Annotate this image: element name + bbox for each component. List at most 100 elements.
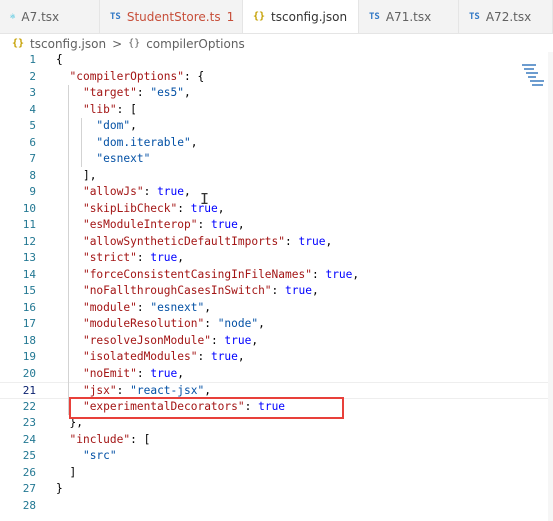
code-line[interactable]: 16 "module": "esnext", (0, 300, 553, 317)
tab-label: StudentStore.ts (126, 9, 221, 24)
mouse-cursor-icon: I (200, 190, 210, 208)
code-text: "src" (56, 448, 117, 465)
code-token: : (116, 384, 131, 397)
code-token: "resolveJsonModule" (82, 333, 211, 347)
code-token: "moduleResolution" (82, 317, 205, 330)
code-token: , (177, 251, 185, 264)
code-token: { (56, 53, 63, 66)
code-token: "allowSyntheticDefaultImports" (82, 234, 286, 248)
breadcrumb[interactable]: {} tsconfig.json > {} compilerOptions (0, 34, 553, 53)
code-text: "module": "esnext", (56, 300, 211, 317)
code-token: : (197, 218, 211, 231)
react-file-icon: ⚛ (10, 11, 16, 22)
code-line[interactable]: 5 "dom", (0, 118, 553, 135)
line-number: 11 (22, 218, 36, 231)
tab-a72-tsx[interactable]: TS A72.tsx (459, 0, 553, 33)
code-token: : { (184, 69, 205, 83)
code-text: "compilerOptions": { (56, 69, 204, 86)
indent-guide (68, 85, 69, 415)
code-line[interactable]: 26 ] (0, 465, 553, 482)
code-token: "src" (82, 449, 117, 462)
code-line[interactable]: 4 "lib": [ (0, 102, 553, 119)
code-token: } (56, 482, 63, 495)
code-line[interactable]: 28 (0, 498, 553, 515)
code-token: , (258, 317, 265, 330)
breadcrumb-file[interactable]: tsconfig.json (30, 37, 106, 51)
code-text: "resolveJsonModule": true, (56, 333, 258, 350)
code-line[interactable]: 1{ (0, 52, 553, 69)
code-line[interactable]: 24 "include": [ (0, 432, 553, 449)
breadcrumb-symbol[interactable]: compilerOptions (146, 37, 245, 51)
code-editor[interactable]: 1{2 "compilerOptions": {3 "target": "es5… (0, 52, 553, 514)
indent-guide (81, 118, 82, 167)
line-number: 3 (29, 86, 36, 99)
code-line[interactable]: 2 "compilerOptions": { (0, 69, 553, 86)
code-line[interactable]: 9 "allowJs": true, (0, 184, 553, 201)
code-line[interactable]: 8 ], (0, 168, 553, 185)
editor-tab-bar: ⚛ A7.tsx TS StudentStore.ts 1 {} tsconfig.json… (0, 0, 553, 34)
code-line[interactable]: 11 "esModuleInterop": true, (0, 217, 553, 234)
code-text: "forceConsistentCasingInFileNames": true… (56, 267, 359, 284)
code-token: : (285, 234, 299, 248)
code-line[interactable]: 3 "target": "es5", (0, 85, 553, 102)
code-token: "module" (82, 300, 137, 314)
line-number: 7 (29, 152, 36, 165)
line-number: 8 (29, 168, 36, 182)
code-line[interactable]: 17 "moduleResolution": "node", (0, 316, 553, 333)
code-token: , (217, 201, 225, 215)
line-number: 17 (22, 317, 36, 330)
code-token: ] (69, 465, 77, 479)
code-line[interactable]: 18 "resolveJsonModule": true, (0, 333, 553, 350)
code-line[interactable]: 12 "allowSyntheticDefaultImports": true, (0, 234, 553, 251)
code-line[interactable]: 15 "noFallthroughCasesInSwitch": true, (0, 283, 553, 300)
code-line[interactable]: 7 "esnext" (0, 151, 553, 168)
tab-label: A72.tsx (485, 9, 532, 24)
line-number: 25 (22, 449, 36, 462)
code-token: : (204, 317, 218, 330)
code-line[interactable]: 25 "src" (0, 448, 553, 465)
code-line[interactable]: 27} (0, 481, 553, 498)
line-number: 10 (22, 201, 36, 215)
line-number: 16 (22, 300, 36, 314)
code-text: "allowSyntheticDefaultImports": true, (56, 234, 332, 251)
line-number: 2 (29, 69, 36, 83)
code-token: "es5" (150, 86, 185, 99)
tab-a7-tsx[interactable]: ⚛ A7.tsx (0, 0, 100, 33)
code-token: , (237, 218, 245, 231)
tab-a71-tsx[interactable]: TS A71.tsx (359, 0, 459, 33)
tab-studentstore-ts[interactable]: TS StudentStore.ts 1 (100, 0, 243, 33)
tab-label: A71.tsx (385, 9, 432, 24)
code-line[interactable]: 6 "dom.iterable", (0, 135, 553, 152)
typescript-file-icon: TS (369, 11, 380, 22)
line-number: 13 (22, 251, 36, 264)
code-line[interactable]: 14 "forceConsistentCasingInFileNames": t… (0, 267, 553, 284)
code-token: "esnext" (96, 152, 151, 165)
line-number: 19 (22, 350, 36, 363)
code-line[interactable]: 10 "skipLibCheck": true, (0, 201, 553, 218)
code-token: : (136, 86, 151, 99)
code-token: , (251, 333, 259, 347)
line-number: 4 (29, 102, 36, 116)
code-token: : (271, 284, 286, 297)
code-text: "esnext" (56, 151, 150, 168)
code-token: true (285, 284, 312, 297)
line-number: 27 (22, 482, 36, 495)
code-line[interactable]: 20 "noEmit": true, (0, 366, 553, 383)
code-line[interactable]: 13 "strict": true, (0, 250, 553, 267)
line-number: 9 (29, 185, 36, 198)
code-token: "noEmit" (82, 366, 137, 380)
code-line[interactable]: 19 "isolatedModules": true, (0, 349, 553, 366)
tab-tsconfig-json[interactable]: {} tsconfig.json (243, 0, 359, 33)
code-token: , (311, 284, 319, 297)
code-token: true (298, 234, 326, 248)
line-number: 28 (22, 498, 36, 512)
minimap[interactable] (520, 52, 553, 521)
code-token: ], (82, 168, 97, 182)
